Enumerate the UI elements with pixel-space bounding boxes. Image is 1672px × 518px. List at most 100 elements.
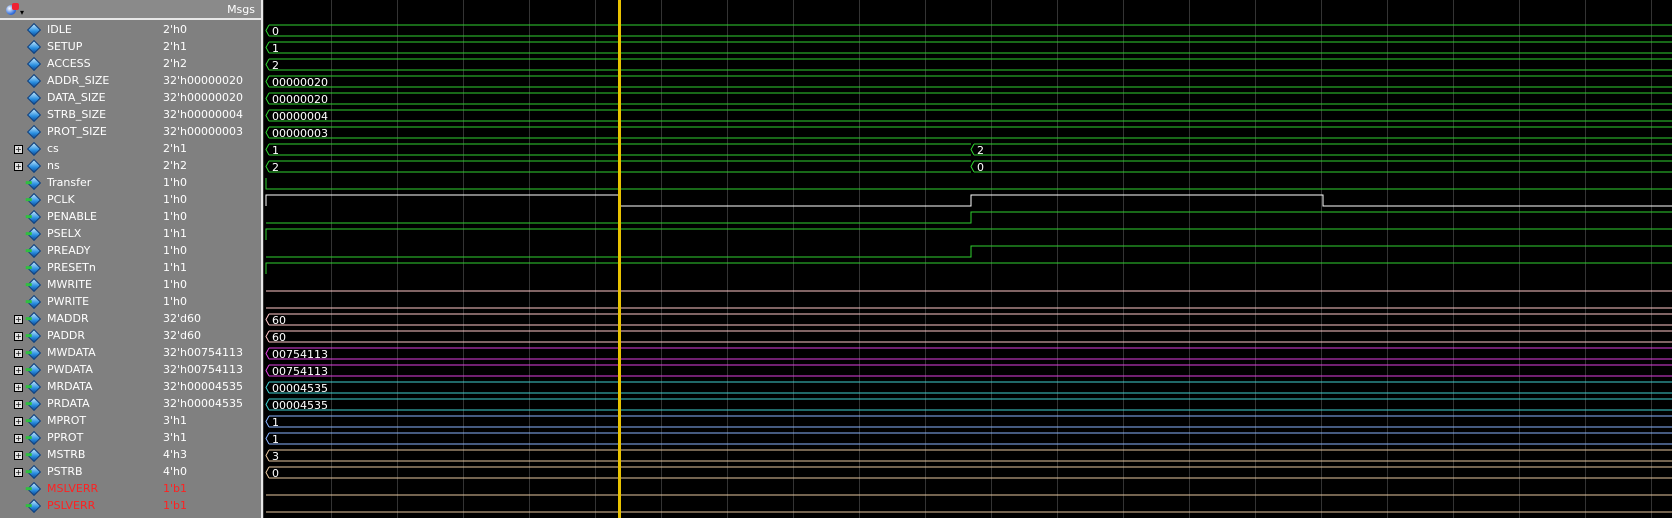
expand-icon[interactable]: + — [14, 451, 23, 460]
expand-icon[interactable]: + — [14, 468, 23, 477]
signal-row-mwdata[interactable]: + MWDATA — [0, 345, 159, 362]
signal-name: MWRITE — [47, 278, 92, 291]
expand-icon[interactable]: + — [14, 383, 23, 392]
signal-row-pselx[interactable]: PSELX — [0, 226, 159, 243]
parameter-signal-icon — [26, 90, 42, 106]
port-signal-icon — [26, 277, 42, 293]
signal-name: ns — [47, 159, 60, 172]
signal-value: 32'h00000003 — [163, 125, 243, 138]
waveform-pane[interactable]: 0 1 2 00000020 00000020 00000004 00000003 1 2 2 0 6… — [263, 0, 1672, 518]
expand-icon[interactable]: + — [14, 145, 23, 154]
bus-wave — [265, 24, 1672, 37]
signal-name: PCLK — [47, 193, 75, 206]
signal-row-prot_size[interactable]: PROT_SIZE — [0, 124, 159, 141]
signal-row-maddr[interactable]: + MADDR — [0, 311, 159, 328]
bus-value-label: 0 — [272, 467, 279, 480]
expand-icon[interactable]: + — [14, 332, 23, 341]
signal-name: MADDR — [47, 312, 89, 325]
port-signal-icon — [26, 345, 42, 361]
bus-value-label: 60 — [272, 314, 286, 327]
wave-tool-icon[interactable]: ▾ — [6, 3, 24, 17]
bus-value-label: 1 — [272, 42, 279, 55]
port-signal-icon — [26, 430, 42, 446]
signal-row-mslverr[interactable]: MSLVERR — [0, 481, 159, 498]
port-signal-icon — [26, 226, 42, 242]
time-cursor[interactable] — [618, 0, 621, 518]
signal-row-idle[interactable]: IDLE — [0, 22, 159, 39]
bus-value-label: 2 — [977, 144, 984, 157]
signal-name: MSLVERR — [47, 482, 99, 495]
signal-name: PPROT — [47, 431, 84, 444]
signal-row-access[interactable]: ACCESS — [0, 56, 159, 73]
signal-row-ns[interactable]: + ns — [0, 158, 159, 175]
expand-icon[interactable]: + — [14, 417, 23, 426]
signal-row-pclk[interactable]: PCLK — [0, 192, 159, 209]
signal-value: 32'd60 — [163, 312, 202, 325]
signal-row-pready[interactable]: PREADY — [0, 243, 159, 260]
bus-value-label: 0 — [272, 25, 279, 38]
signal-value: 4'h0 — [163, 465, 187, 478]
bus-wave — [265, 330, 1672, 343]
signal-value: 4'h3 — [163, 448, 187, 461]
expand-icon[interactable]: + — [14, 162, 23, 171]
signal-value: 1'h0 — [163, 244, 187, 257]
signal-value: 3'h1 — [163, 431, 187, 444]
signal-value: 1'h1 — [163, 261, 187, 274]
signal-name: PWRITE — [47, 295, 90, 308]
signal-name: PWDATA — [47, 363, 93, 376]
signal-value: 2'h2 — [163, 159, 187, 172]
signal-value: 32'h00754113 — [163, 363, 243, 376]
port-signal-icon — [26, 413, 42, 429]
parameter-signal-icon — [26, 124, 42, 140]
signal-row-mstrb[interactable]: + MSTRB — [0, 447, 159, 464]
signal-row-pslverr[interactable]: PSLVERR — [0, 498, 159, 515]
port-signal-icon — [26, 447, 42, 463]
signal-row-mwrite[interactable]: MWRITE — [0, 277, 159, 294]
signal-row-cs[interactable]: + cs — [0, 141, 159, 158]
signal-name: MWDATA — [47, 346, 96, 359]
bus-value-label: 0 — [977, 161, 984, 174]
bus-wave — [265, 347, 1672, 360]
port-signal-icon — [26, 498, 42, 514]
port-signal-icon — [26, 464, 42, 480]
signal-row-paddr[interactable]: + PADDR — [0, 328, 159, 345]
signal-name: Transfer — [47, 176, 92, 189]
bus-value-label: 2 — [272, 59, 279, 72]
signal-value: 1'b1 — [163, 482, 188, 495]
expand-icon[interactable]: + — [14, 349, 23, 358]
port-signal-icon — [26, 396, 42, 412]
parameter-signal-icon — [26, 39, 42, 55]
msgs-label: Msgs — [227, 3, 255, 16]
signal-row-penable[interactable]: PENABLE — [0, 209, 159, 226]
bus-value-label: 1 — [272, 416, 279, 429]
bus-wave — [265, 364, 1672, 377]
signal-row-data_size[interactable]: DATA_SIZE — [0, 90, 159, 107]
signal-row-pwdata[interactable]: + PWDATA — [0, 362, 159, 379]
names-header: ▾ — [0, 0, 159, 20]
signal-name: PADDR — [47, 329, 86, 342]
expand-icon[interactable]: + — [14, 434, 23, 443]
signal-row-mrdata[interactable]: + MRDATA — [0, 379, 159, 396]
signal-name: ADDR_SIZE — [47, 74, 110, 87]
expand-icon[interactable]: + — [14, 400, 23, 409]
signal-value: 1'h0 — [163, 295, 187, 308]
parameter-signal-icon — [26, 56, 42, 72]
signal-row-mprot[interactable]: + MPROT — [0, 413, 159, 430]
signal-row-setup[interactable]: SETUP — [0, 39, 159, 56]
signal-row-presetn[interactable]: PRESETn — [0, 260, 159, 277]
signal-row-prdata[interactable]: + PRDATA — [0, 396, 159, 413]
signal-value: 1'h1 — [163, 227, 187, 240]
signal-row-addr_size[interactable]: ADDR_SIZE — [0, 73, 159, 90]
signal-row-strb_size[interactable]: STRB_SIZE — [0, 107, 159, 124]
signal-row-pstrb[interactable]: + PSTRB — [0, 464, 159, 481]
signal-name: PSTRB — [47, 465, 83, 478]
expand-icon[interactable]: + — [14, 315, 23, 324]
parameter-signal-icon — [26, 141, 42, 157]
expand-icon[interactable]: + — [14, 366, 23, 375]
signal-row-pwrite[interactable]: PWRITE — [0, 294, 159, 311]
signal-value: 2'h1 — [163, 142, 187, 155]
waveform-canvas[interactable]: 0 1 2 00000020 00000020 00000004 00000003 1 2 2 0 6… — [263, 0, 1672, 518]
signal-row-pprot[interactable]: + PPROT — [0, 430, 159, 447]
digital-wave — [266, 211, 1672, 224]
signal-row-transfer[interactable]: Transfer — [0, 175, 159, 192]
